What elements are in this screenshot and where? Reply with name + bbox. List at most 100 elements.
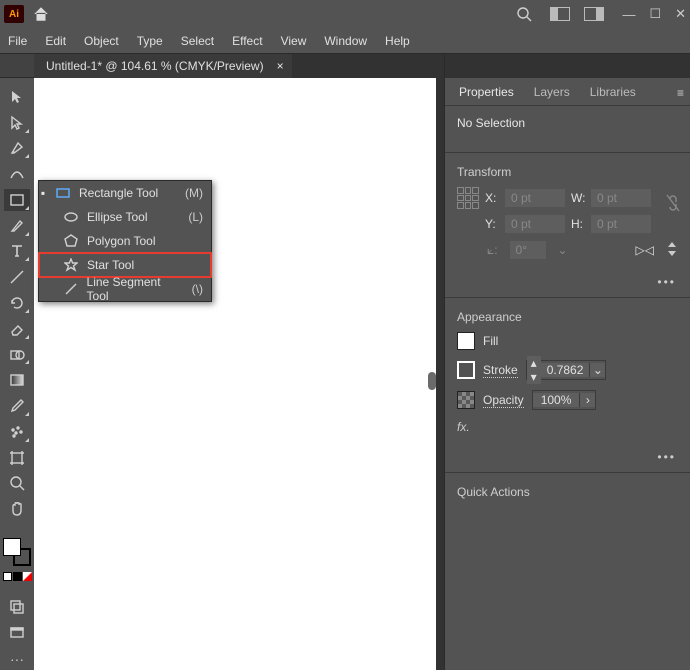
flyout-star-tool[interactable]: Star Tool — [39, 253, 211, 277]
h-label: H: — [571, 217, 585, 231]
eraser-tool[interactable] — [4, 318, 30, 340]
flyout-item-label: Rectangle Tool — [79, 186, 158, 200]
app-badge: Ai — [4, 5, 24, 23]
reference-point-picker[interactable] — [457, 187, 479, 209]
constrain-proportions-icon[interactable] — [665, 193, 681, 216]
stroke-label[interactable]: Stroke — [483, 363, 518, 378]
tab-layers[interactable]: Layers — [524, 79, 580, 105]
w-label: W: — [571, 191, 585, 205]
opacity-field[interactable]: 100% › — [532, 390, 597, 410]
minimize-button[interactable]: — — [622, 7, 635, 22]
symbol-sprayer-tool[interactable] — [4, 421, 30, 443]
menu-window[interactable]: Window — [324, 34, 367, 48]
menu-help[interactable]: Help — [385, 34, 410, 48]
x-label: X: — [485, 191, 499, 205]
shape-builder-tool[interactable] — [4, 344, 30, 366]
shape-tool-flyout: ▪ Rectangle Tool (M) Ellipse Tool (L) Po… — [38, 180, 212, 302]
fill-swatch[interactable] — [457, 332, 475, 350]
search-icon[interactable] — [516, 6, 532, 22]
fx-button[interactable]: fx. — [457, 420, 678, 434]
scrollbar-thumb[interactable] — [428, 372, 436, 390]
document-tab[interactable]: Untitled-1* @ 104.61 % (CMYK/Preview) × — [34, 54, 292, 78]
menu-file[interactable]: File — [8, 34, 27, 48]
selection-status: No Selection — [457, 116, 678, 130]
y-label: Y: — [485, 217, 499, 231]
flyout-item-shortcut: (\) — [192, 282, 203, 296]
rotate-icon: ⟀: — [487, 243, 498, 258]
rectangle-icon — [55, 186, 71, 200]
eyedropper-tool[interactable] — [4, 395, 30, 417]
line-tool[interactable] — [4, 266, 30, 288]
close-tab-button[interactable]: × — [277, 59, 284, 73]
appearance-heading: Appearance — [457, 310, 678, 324]
direct-selection-tool[interactable] — [4, 112, 30, 134]
tab-libraries[interactable]: Libraries — [580, 79, 646, 105]
y-field[interactable]: 0 pt — [505, 215, 565, 233]
stroke-weight-field[interactable]: ▴▾ 0.7862 ⌄ — [526, 360, 607, 380]
shape-tool[interactable] — [4, 189, 30, 211]
zoom-tool[interactable] — [4, 472, 30, 494]
stroke-swatch[interactable] — [457, 361, 475, 379]
menu-effect[interactable]: Effect — [232, 34, 262, 48]
canvas-area[interactable] — [34, 78, 436, 670]
draw-mode-buttons[interactable] — [3, 572, 32, 581]
screen-mode-icon[interactable] — [4, 622, 30, 644]
properties-panel: Properties Layers Libraries ≡ No Selecti… — [444, 54, 690, 670]
w-field[interactable]: 0 pt — [591, 189, 651, 207]
menu-view[interactable]: View — [281, 34, 307, 48]
arrange-documents-button[interactable] — [550, 7, 570, 21]
flyout-item-label: Ellipse Tool — [87, 210, 147, 224]
fill-stroke-swatches[interactable] — [3, 538, 31, 566]
polygon-icon — [63, 234, 79, 248]
menu-select[interactable]: Select — [181, 34, 214, 48]
flyout-ellipse-tool[interactable]: Ellipse Tool (L) — [39, 205, 211, 229]
gradient-tool[interactable] — [4, 369, 30, 391]
menu-object[interactable]: Object — [84, 34, 119, 48]
menu-bar: File Edit Object Type Select Effect View… — [0, 28, 690, 54]
menu-edit[interactable]: Edit — [45, 34, 66, 48]
document-tab-label: Untitled-1* @ 104.61 % (CMYK/Preview) — [46, 59, 264, 73]
paintbrush-tool[interactable] — [4, 215, 30, 237]
toolbar-dock-handle[interactable] — [0, 54, 34, 78]
flip-horizontal-icon[interactable]: ▷◁ — [636, 243, 654, 257]
flyout-polygon-tool[interactable]: Polygon Tool — [39, 229, 211, 253]
flyout-item-shortcut: (M) — [185, 186, 203, 200]
flip-vertical-icon[interactable] — [666, 242, 678, 259]
hand-tool[interactable] — [4, 498, 30, 520]
panel-menu-icon[interactable]: ≡ — [677, 86, 684, 100]
type-tool[interactable] — [4, 241, 30, 263]
x-field[interactable]: 0 pt — [505, 189, 565, 207]
line-icon — [63, 282, 79, 296]
opacity-swatch[interactable] — [457, 391, 475, 409]
fill-label: Fill — [483, 334, 498, 348]
draw-modes-icon[interactable] — [4, 597, 30, 619]
selection-tool[interactable] — [4, 86, 30, 108]
curvature-tool[interactable] — [4, 163, 30, 185]
workspace-switcher-button[interactable] — [584, 7, 604, 21]
quick-actions-heading: Quick Actions — [457, 485, 678, 499]
close-window-button[interactable]: ✕ — [675, 6, 686, 22]
flyout-rectangle-tool[interactable]: Rectangle Tool (M) — [47, 181, 211, 205]
rotate-tool[interactable] — [4, 292, 30, 314]
pen-tool[interactable] — [4, 138, 30, 160]
tab-properties[interactable]: Properties — [449, 79, 524, 105]
h-field[interactable]: 0 pt — [591, 215, 651, 233]
edit-toolbar-button[interactable]: ··· — [4, 648, 30, 670]
maximize-button[interactable]: ☐ — [649, 6, 661, 22]
artboard-tool[interactable] — [4, 447, 30, 469]
menu-type[interactable]: Type — [137, 34, 163, 48]
flyout-item-label: Star Tool — [87, 258, 134, 272]
more-options-icon[interactable]: ••• — [657, 450, 676, 464]
flyout-item-shortcut: (L) — [188, 210, 203, 224]
more-options-icon[interactable]: ••• — [657, 275, 676, 289]
angle-field[interactable]: 0° — [510, 241, 546, 259]
flyout-item-label: Polygon Tool — [87, 234, 156, 248]
tools-panel: ··· — [0, 78, 34, 670]
transform-heading: Transform — [457, 165, 678, 179]
flyout-item-label: Line Segment Tool — [87, 275, 184, 303]
flyout-tearoff-handle[interactable]: ▪ — [39, 181, 47, 205]
opacity-label[interactable]: Opacity — [483, 393, 524, 408]
flyout-line-segment-tool[interactable]: Line Segment Tool (\) — [39, 277, 211, 301]
ellipse-icon — [63, 210, 79, 224]
home-icon[interactable] — [32, 5, 50, 23]
